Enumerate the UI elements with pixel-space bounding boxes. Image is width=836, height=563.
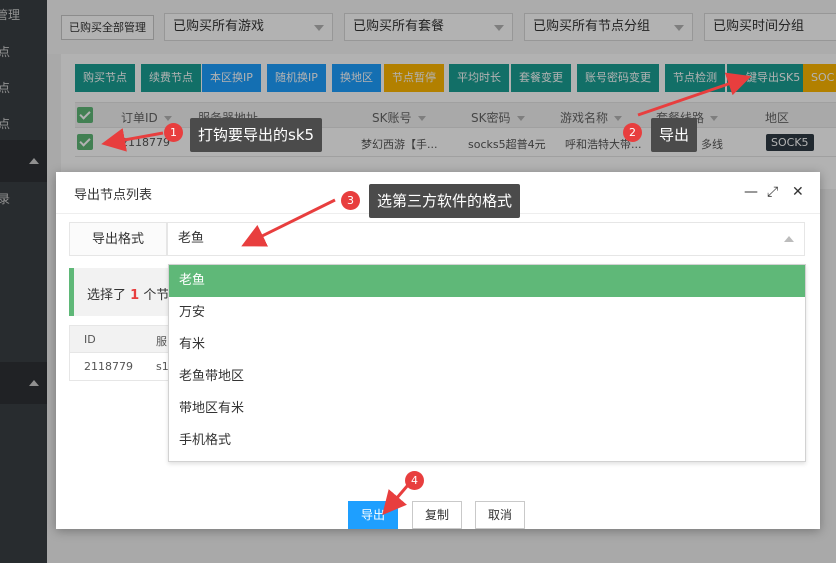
arrow-1	[101, 128, 164, 152]
arrow-4	[382, 484, 410, 516]
arrow-2	[637, 72, 752, 117]
arrow-3	[241, 198, 336, 247]
annotation-arrows	[101, 72, 752, 516]
